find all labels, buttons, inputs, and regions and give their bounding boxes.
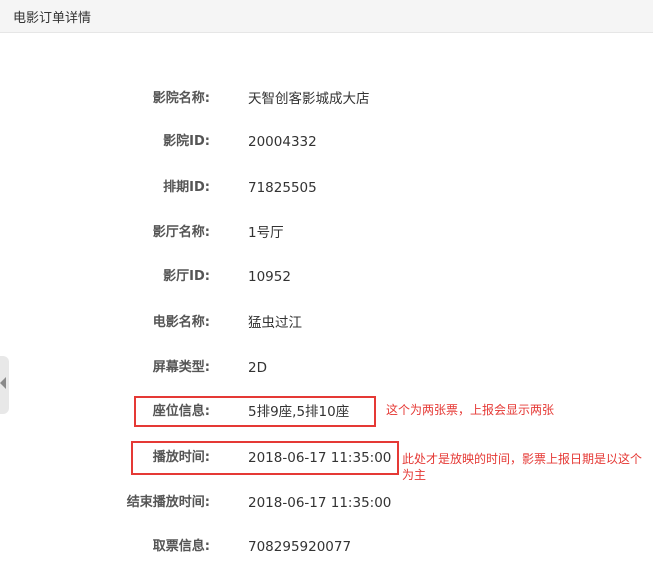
seat-info-highlight-box xyxy=(134,396,376,427)
detail-label: 影厅ID: xyxy=(163,269,210,284)
show-time-annotation: 此处才是放映的时间，影票上报日期是以这个为主 xyxy=(402,452,643,482)
detail-value: 天智创客影城成大店 xyxy=(248,91,370,107)
detail-value: 20004332 xyxy=(248,134,317,150)
detail-label: 影院ID: xyxy=(163,134,210,149)
detail-value: 2D xyxy=(248,360,267,376)
seat-info-annotation: 这个为两张票，上报会显示两张 xyxy=(386,403,555,417)
show-time-highlight-box xyxy=(131,441,399,475)
detail-row-schedule-id: 排期ID: 71825505 xyxy=(0,177,653,199)
detail-label: 取票信息: xyxy=(152,539,210,554)
detail-row-hall-id: 影厅ID: 10952 xyxy=(0,266,653,288)
detail-value: 708295920077 xyxy=(248,539,352,555)
detail-label: 结束播放时间: xyxy=(126,495,210,510)
detail-value: 猛虫过江 xyxy=(248,315,302,331)
detail-row-cinema-name: 影院名称: 天智创客影城成大店 xyxy=(0,88,653,110)
page-title: 电影订单详情 xyxy=(13,11,92,26)
detail-value: 10952 xyxy=(248,269,291,285)
page-header: 电影订单详情 xyxy=(0,0,653,33)
detail-label: 影厅名称: xyxy=(152,225,210,240)
detail-label: 影院名称: xyxy=(152,91,210,106)
detail-row-end-time: 结束播放时间: 2018-06-17 11:35:00 xyxy=(0,492,653,514)
detail-row-hall-name: 影厅名称: 1号厅 xyxy=(0,222,653,244)
detail-row-cinema-id: 影院ID: 20004332 xyxy=(0,131,653,153)
detail-value: 71825505 xyxy=(248,180,317,196)
detail-row-ticket-pickup: 取票信息: 708295920077 xyxy=(0,536,653,558)
detail-label: 电影名称: xyxy=(152,315,210,330)
detail-value: 2018-06-17 11:35:00 xyxy=(248,495,392,511)
detail-value: 1号厅 xyxy=(248,225,284,241)
detail-label: 排期ID: xyxy=(163,180,210,195)
detail-row-movie-name: 电影名称: 猛虫过江 xyxy=(0,312,653,334)
detail-row-screen-type: 屏幕类型: 2D xyxy=(0,357,653,379)
detail-label: 屏幕类型: xyxy=(152,360,210,375)
